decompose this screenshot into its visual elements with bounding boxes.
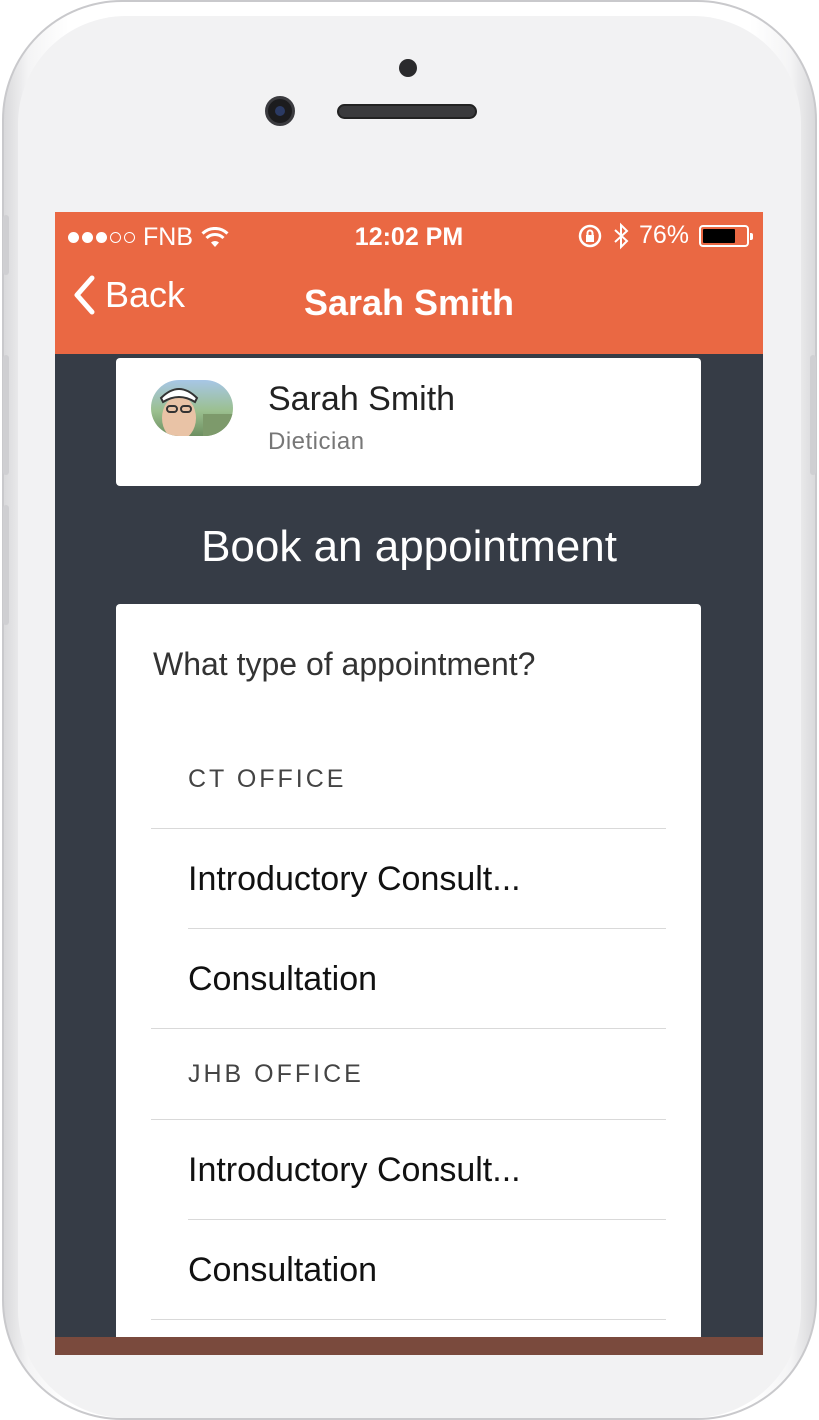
rotation-lock-icon: [578, 224, 602, 247]
proximity-sensor: [399, 59, 417, 77]
mute-switch: [3, 215, 9, 275]
volume-up-button: [3, 355, 9, 475]
section-heading: Book an appointment: [201, 522, 617, 571]
profile-role: Dietician: [268, 428, 365, 455]
profile-card[interactable]: Sarah Smith Dietician: [116, 358, 701, 486]
group-header-ct-office: CT OFFICE: [116, 729, 701, 829]
navigation-bar: FNB 12:02 PM 76% Back Sarah Smith: [55, 212, 763, 354]
option-jhb-consultation[interactable]: Consultation: [116, 1220, 701, 1320]
option-jhb-introductory-consult[interactable]: Introductory Consult...: [116, 1120, 701, 1220]
volume-down-button: [3, 505, 9, 625]
appointment-type-list: CT OFFICE Introductory Consult... Consul…: [116, 729, 701, 1320]
status-indicators: 76%: [577, 221, 753, 250]
front-camera: [265, 96, 295, 126]
battery-icon: [699, 224, 753, 247]
power-button: [810, 355, 816, 475]
avatar: [151, 380, 233, 436]
status-bar: FNB 12:02 PM 76%: [55, 212, 763, 260]
battery-percent: 76%: [638, 221, 689, 249]
app-screen: FNB 12:02 PM 76% Back Sarah Smith Sarah …: [55, 212, 763, 1355]
profile-name: Sarah Smith: [268, 380, 456, 418]
booking-card: What type of appointment? CT OFFICE Intr…: [116, 604, 701, 1355]
appointment-type-question: What type of appointment?: [153, 646, 536, 682]
option-ct-introductory-consult[interactable]: Introductory Consult...: [116, 829, 701, 929]
bluetooth-icon: [614, 222, 629, 249]
group-header-jhb-office: JHB OFFICE: [116, 1029, 701, 1120]
option-ct-consultation[interactable]: Consultation: [116, 929, 701, 1029]
bottom-action-bar[interactable]: [55, 1337, 763, 1355]
earpiece-speaker: [337, 104, 477, 119]
nav-title: Sarah Smith: [303, 282, 515, 323]
